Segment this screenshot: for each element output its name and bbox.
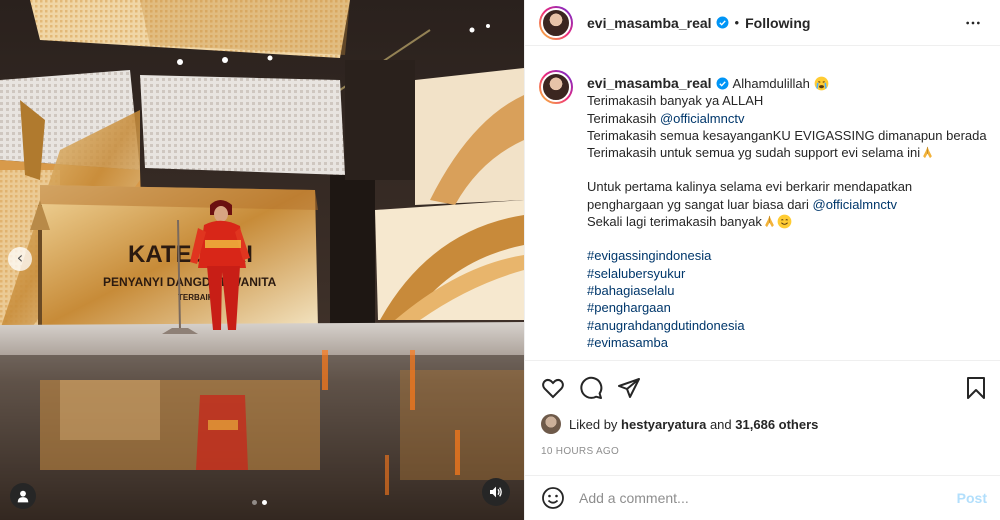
comment-composer: Post [525,475,1000,520]
sign-subtitle-2: TERBAIK [178,293,214,302]
hashtag-link[interactable]: #bahagiaselalu [587,283,674,298]
emoji-picker-icon[interactable] [541,486,565,510]
bookmark-save-icon[interactable] [965,376,987,400]
carousel-dot-active [262,500,267,505]
caption-author-avatar[interactable] [539,70,573,104]
likes-count[interactable]: 31,686 others [735,417,818,432]
comment-input[interactable] [579,490,939,506]
crying-face-emoji-icon [814,76,828,91]
caption-section: evi_masamba_real Alhamdulillah Terimakasi… [525,58,1000,358]
post-comment-button[interactable]: Post [957,490,987,506]
verified-badge-icon [716,16,729,29]
liked-and: and [709,416,732,432]
verified-badge-icon [716,77,729,90]
post-header: evi_masamba_real • Following [525,0,1000,46]
post-timestamp[interactable]: 10 HOURS AGO [541,446,619,457]
action-bar [525,360,1000,416]
caption-line-7: penghargaan yg sangat luar biasa dari [587,196,813,212]
mention-link[interactable]: @officialmnctv [660,111,744,126]
caption-line-3: Terimakasih [587,110,660,126]
header-separator: • [734,15,740,30]
carousel-prev-button[interactable]: ‹ [8,247,32,271]
tagged-users-button[interactable] [10,483,36,509]
carousel-indicator [252,500,267,505]
post-details-panel: evi_masamba_real • Following evi_masamba… [524,0,1000,520]
mention-link-2[interactable]: @officialmnctv [813,197,897,212]
carousel-dot [252,500,257,505]
comment-bubble-icon[interactable] [579,376,603,400]
hashtag-link[interactable]: #evimasamba [587,335,668,350]
smiling-face-emoji-icon [777,214,792,229]
caption-line-5: Terimakasih untuk semua yg sudah support… [587,145,921,161]
liker-username[interactable]: hestyaryatura [621,417,706,432]
post-media[interactable]: KATEGORI PENYANYI DANGDUT WANITA TERBAIK [0,0,524,520]
hashtag-link[interactable]: #penghargaan [587,300,671,315]
chevron-left-icon: ‹ [16,248,24,267]
caption-line-6: Untuk pertama kalinya selama evi berkari… [587,179,913,195]
hashtag-link[interactable]: #anugrahdangdutindonesia [587,318,745,333]
caption-line-8: Sekali lagi terimakasih banyak [587,214,762,230]
following-button[interactable]: Following [745,15,810,31]
caption-line-4: Terimakasih semua kesayanganKU EVIGASSIN… [587,127,987,143]
liker-avatar[interactable] [541,414,561,434]
praying-hands-emoji-icon [923,147,932,159]
caption-username[interactable]: evi_masamba_real [587,75,712,91]
caption-text: evi_masamba_real Alhamdulillah Terimakasi… [587,75,987,358]
audio-toggle-button[interactable] [482,478,510,506]
hashtag-link[interactable]: #evigassingindonesia [587,248,711,263]
liked-by-prefix: Liked by [569,416,618,432]
author-username[interactable]: evi_masamba_real [587,15,712,31]
caption-line-1: Alhamdulillah [732,76,810,91]
like-heart-icon[interactable] [541,376,565,400]
likes-summary: Liked by hestyaryatura and 31,686 others [541,414,818,434]
author-avatar[interactable] [539,5,573,40]
hashtag-link[interactable]: #selalubersyukur [587,266,685,281]
stage-photo: KATEGORI PENYANYI DANGDUT WANITA TERBAIK [0,0,524,520]
share-paper-plane-icon[interactable] [617,376,641,400]
more-options-icon[interactable] [965,15,981,31]
praying-hands-emoji-icon [765,215,774,228]
user-icon [17,490,29,503]
caption-line-2: Terimakasih banyak ya ALLAH [587,93,764,109]
sign-subtitle: PENYANYI DANGDUT WANITA [103,275,277,289]
speaker-icon [490,486,502,498]
